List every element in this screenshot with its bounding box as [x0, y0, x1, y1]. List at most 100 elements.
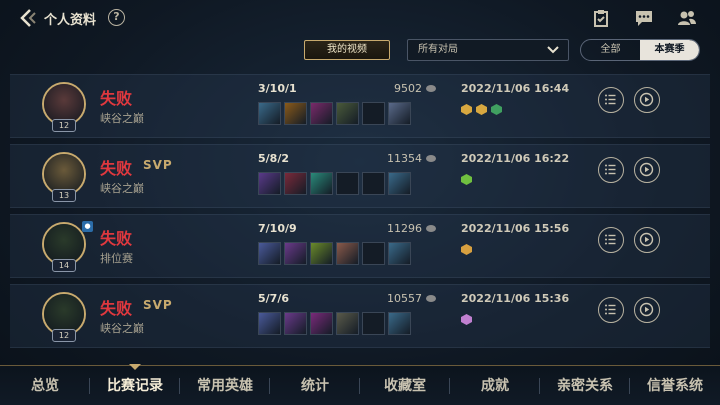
match-time: 2022/11/06 15:56 — [461, 222, 570, 235]
play-icon — [639, 232, 654, 247]
my-videos-button[interactable]: 我的视频 — [304, 40, 390, 60]
match-tags — [460, 103, 503, 116]
list-icon — [605, 234, 616, 245]
item-slot — [310, 102, 333, 125]
match-result: 失败 — [100, 299, 133, 318]
gold-value: 11296 — [387, 222, 422, 235]
item-slot — [388, 242, 411, 265]
play-icon — [639, 162, 654, 177]
match-time: 2022/11/06 15:36 — [461, 292, 570, 305]
item-slot — [362, 102, 385, 125]
item-slot — [336, 102, 359, 125]
item-slot — [336, 172, 359, 195]
item-slot — [336, 242, 359, 265]
item-slot — [284, 172, 307, 195]
match-result: 失败 — [100, 89, 133, 108]
match-time: 2022/11/06 16:44 — [461, 82, 570, 95]
gold-value: 10557 — [387, 292, 422, 305]
play-icon — [639, 302, 654, 317]
item-slot — [388, 172, 411, 195]
nav-label: 常用英雄 — [197, 378, 253, 394]
item-slot — [336, 312, 359, 335]
item-slot — [388, 102, 411, 125]
help-icon[interactable]: ? — [108, 9, 125, 26]
match-row[interactable]: 12 失败 SVP 峡谷之巅 5/7/6 10557 2022/11/06 15:36 — [10, 284, 710, 348]
match-detail-button[interactable] — [598, 157, 624, 183]
checklist-icon[interactable] — [591, 9, 611, 27]
team-badge-icon: ● — [82, 221, 93, 232]
match-row[interactable]: 13 失败 SVP 峡谷之巅 5/8/2 11354 2022/11/06 16:22 — [10, 144, 710, 208]
replay-button[interactable] — [634, 297, 660, 323]
match-mode: 排位赛 — [100, 252, 133, 265]
match-detail-button[interactable] — [598, 297, 624, 323]
nav-common-heroes[interactable]: 常用英雄 — [180, 366, 270, 405]
item-slot — [310, 172, 333, 195]
play-icon — [639, 92, 654, 107]
match-mode: 峡谷之巅 — [100, 182, 144, 195]
match-time: 2022/11/06 16:22 — [461, 152, 570, 165]
nav-label: 统计 — [301, 378, 329, 394]
list-icon — [605, 94, 616, 105]
item-slot — [310, 242, 333, 265]
item-slot — [258, 242, 281, 265]
page-title: 个人资料 — [44, 13, 97, 28]
nav-label: 比赛记录 — [107, 378, 163, 394]
nav-label: 成就 — [481, 378, 509, 394]
nav-credit-system[interactable]: 信誉系统 — [630, 366, 720, 405]
gold-coin-icon — [426, 295, 436, 302]
hero-level-badge: 12 — [52, 329, 76, 342]
item-slot — [362, 172, 385, 195]
item-slot — [258, 102, 281, 125]
match-mode: 峡谷之巅 — [100, 112, 144, 125]
match-tag-icon — [461, 104, 472, 115]
nav-label: 亲密关系 — [557, 378, 613, 394]
list-icon — [605, 304, 616, 315]
match-tags — [460, 313, 473, 326]
kda: 5/8/2 — [258, 152, 289, 165]
back-arrow-icon — [20, 9, 36, 27]
gold: 11354 — [366, 152, 436, 165]
match-row[interactable]: 14 ● 失败 排位赛 7/10/9 11296 2022/11/06 15:56 — [10, 214, 710, 278]
match-tag-icon — [476, 104, 487, 115]
item-slot — [258, 172, 281, 195]
svp-badge: SVP — [143, 158, 173, 172]
match-tag-icon — [461, 244, 472, 255]
match-mode-select-value: 所有对局 — [418, 44, 458, 55]
nav-overview[interactable]: 总览 — [0, 366, 90, 405]
hero-level-badge: 12 — [52, 119, 76, 132]
item-build — [258, 172, 411, 195]
hero-level-badge: 14 — [52, 259, 76, 272]
nav-statistics[interactable]: 统计 — [270, 366, 360, 405]
bottom-nav: 总览 比赛记录 常用英雄 统计 收藏室 成就 亲密关系 信誉系统 — [0, 364, 720, 405]
nav-intimacy[interactable]: 亲密关系 — [540, 366, 630, 405]
friends-icon[interactable] — [677, 9, 697, 27]
segment-this-season[interactable]: 本赛季 — [640, 40, 699, 60]
kda: 3/10/1 — [258, 82, 297, 95]
match-detail-button[interactable] — [598, 227, 624, 253]
segment-all[interactable]: 全部 — [581, 40, 640, 60]
replay-button[interactable] — [634, 87, 660, 113]
nav-match-history[interactable]: 比赛记录 — [90, 364, 180, 405]
chat-icon[interactable] — [634, 9, 654, 27]
match-tags — [460, 173, 473, 186]
kda: 5/7/6 — [258, 292, 289, 305]
hero-level-badge: 13 — [52, 189, 76, 202]
gold: 10557 — [366, 292, 436, 305]
replay-button[interactable] — [634, 157, 660, 183]
nav-achievements[interactable]: 成就 — [450, 366, 540, 405]
item-slot — [362, 312, 385, 335]
nav-label: 收藏室 — [384, 378, 426, 394]
nav-collection[interactable]: 收藏室 — [360, 366, 450, 405]
back-button[interactable] — [16, 7, 38, 29]
gold-coin-icon — [426, 155, 436, 162]
match-tag-icon — [461, 314, 472, 325]
match-mode-select[interactable]: 所有对局 — [407, 39, 569, 61]
svp-badge: SVP — [143, 298, 173, 312]
season-toggle[interactable]: 全部 本赛季 — [580, 39, 700, 61]
nav-label: 总览 — [31, 378, 59, 394]
match-detail-button[interactable] — [598, 87, 624, 113]
item-build — [258, 102, 411, 125]
item-build — [258, 312, 411, 335]
replay-button[interactable] — [634, 227, 660, 253]
match-row[interactable]: 12 失败 峡谷之巅 3/10/1 9502 2022/11/06 16:44 — [10, 74, 710, 138]
